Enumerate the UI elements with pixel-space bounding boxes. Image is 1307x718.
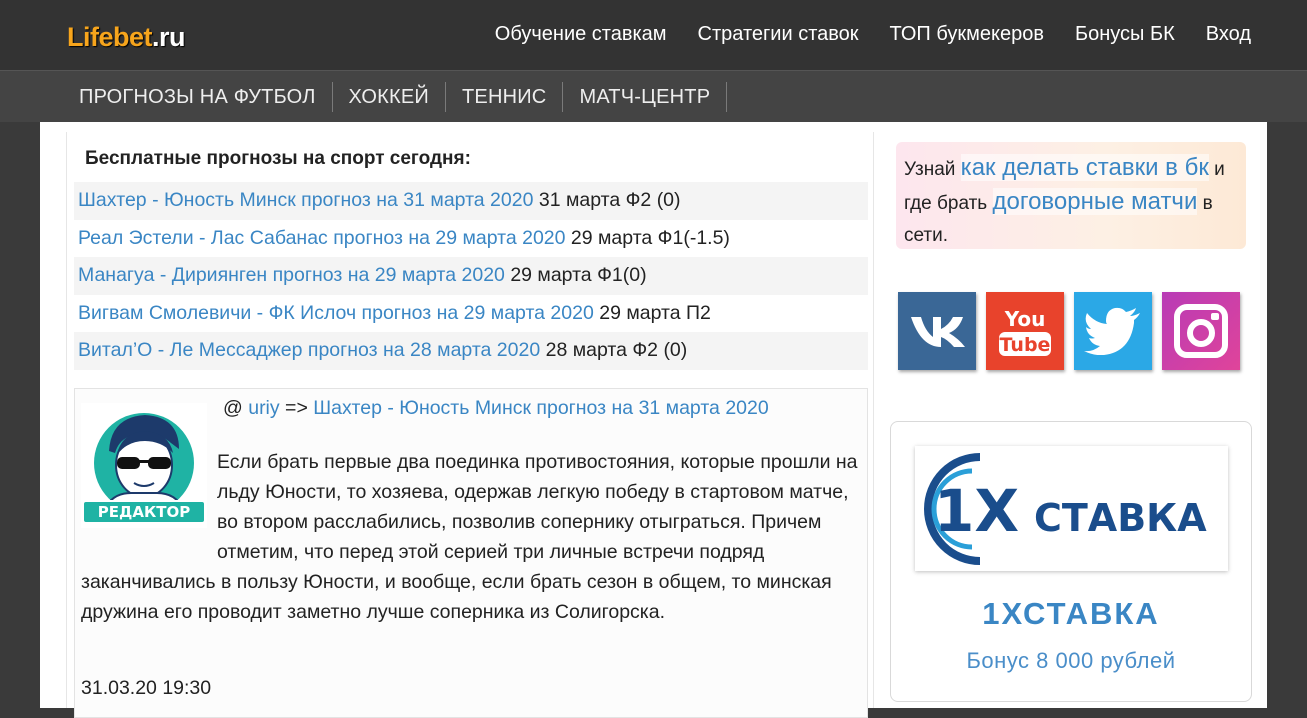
page-content: Бесплатные прогнозы на спорт сегодня: Ша… [40,122,1267,718]
comment-date: 31.03.20 19:30 [81,677,212,699]
sports-nav-tennis[interactable]: ТЕННИС [446,81,564,112]
sports-nav: ПРОГНОЗЫ НА ФУТБОЛ ХОККЕЙ ТЕННИС МАТЧ-ЦЕ… [0,70,1307,122]
promo-link-how-to-bet[interactable]: как делать ставки в бк [960,154,1209,181]
main-column: Бесплатные прогнозы на спорт сегодня: Ша… [66,132,874,718]
promo-link-fixed-matches[interactable]: договорные матчи [992,188,1198,215]
site-logo[interactable]: Lifebet.ru [67,22,186,53]
top-nav: Обучение ставкам Стратегии ставок ТОП бу… [495,23,1251,46]
nav-bk-bonuses[interactable]: Бонусы БК [1075,23,1175,46]
promo-box: Узнай как делать ставки в бк и где брать… [896,142,1246,249]
nav-betting-training[interactable]: Обучение ставкам [495,23,667,46]
prediction-link[interactable]: Манагуа - Дириянген прогноз на 29 марта … [78,264,505,286]
prediction-info: 31 марта Ф2 (0) [533,189,681,211]
predictions-list: Шахтер - Юность Минск прогноз на 31 март… [74,182,868,370]
bookmaker-logo-suffix: СТАВКА [1034,496,1207,540]
comment-header: @ uriy => Шахтер - Юность Минск прогноз … [223,397,769,420]
youtube-icon[interactable]: You Tube [986,292,1064,370]
logo-text-main: Lifebet [67,22,153,52]
bookmaker-name[interactable]: 1ХСТАВКА [891,596,1251,632]
prediction-item: Реал Эстели - Лас Сабанас прогноз на 29 … [74,219,868,257]
comment-author-link[interactable]: uriy [248,397,279,419]
bookmaker-logo[interactable]: 1X СТАВКА [915,446,1228,571]
vk-icon[interactable] [898,292,976,370]
prediction-link[interactable]: Вигвам Смолевичи - ФК Ислоч прогноз на 2… [78,302,594,324]
prediction-info: 28 марта Ф2 (0) [540,339,688,361]
comment-text-wrap: Если брать первые два поединка противост… [81,447,861,627]
prediction-item: Витал’О - Ле Мессаджер прогноз на 28 мар… [74,332,868,370]
bookmaker-logo-prefix: 1X [934,477,1019,545]
nav-betting-strategies[interactable]: Стратегии ставок [698,23,859,46]
bookmaker-card[interactable]: 1X СТАВКА 1ХСТАВКА Бонус 8 000 рублей [890,421,1252,702]
bookmaker-bonus[interactable]: Бонус 8 000 рублей [891,648,1251,674]
comment-card: РЕДАКТОР @ uriy => Шахтер - Юность Минск… [74,388,868,718]
prediction-info: 29 марта П2 [593,301,711,324]
sidebar: Узнай как делать ставки в бк и где брать… [890,132,1252,708]
nav-login[interactable]: Вход [1206,23,1251,46]
sports-nav-match-center[interactable]: МАТЧ-ЦЕНТР [563,81,728,112]
instagram-icon[interactable] [1162,292,1240,370]
top-header: Lifebet.ru Обучение ставкам Стратегии ст… [0,0,1307,70]
sports-nav-hockey[interactable]: ХОККЕЙ [333,81,446,112]
prediction-link[interactable]: Шахтер - Юность Минск прогноз на 31 март… [78,189,533,211]
youtube-label-bottom: Tube [1000,334,1051,356]
comment-arrow: => [279,397,314,419]
prediction-item: Вигвам Смолевичи - ФК Ислоч прогноз на 2… [74,294,868,332]
predictions-heading: Бесплатные прогнозы на спорт сегодня: [85,148,471,169]
prediction-item: Шахтер - Юность Минск прогноз на 31 март… [74,182,868,220]
prediction-link[interactable]: Реал Эстели - Лас Сабанас прогноз на 29 … [78,227,566,249]
sports-nav-football[interactable]: ПРОГНОЗЫ НА ФУТБОЛ [63,81,333,112]
comment-prediction-link[interactable]: Шахтер - Юность Минск прогноз на 31 март… [313,397,768,419]
promo-text-1: Узнай [904,159,961,180]
twitter-icon[interactable] [1074,292,1152,370]
prediction-info: 29 марта Ф1(0) [504,264,647,286]
avatar-spacer [81,447,217,567]
social-links: You Tube [898,292,1240,370]
logo-text-domain: .ru [152,22,186,52]
nav-top-bookmakers[interactable]: ТОП букмекеров [890,23,1044,46]
prediction-link[interactable]: Витал’О - Ле Мессаджер прогноз на 28 мар… [78,339,540,361]
comment-at: @ [223,397,249,419]
youtube-label-top: You [1004,307,1046,331]
prediction-info: 29 марта Ф1(-1.5) [565,226,730,249]
prediction-item: Манагуа - Дириянген прогноз на 29 марта … [74,257,868,295]
